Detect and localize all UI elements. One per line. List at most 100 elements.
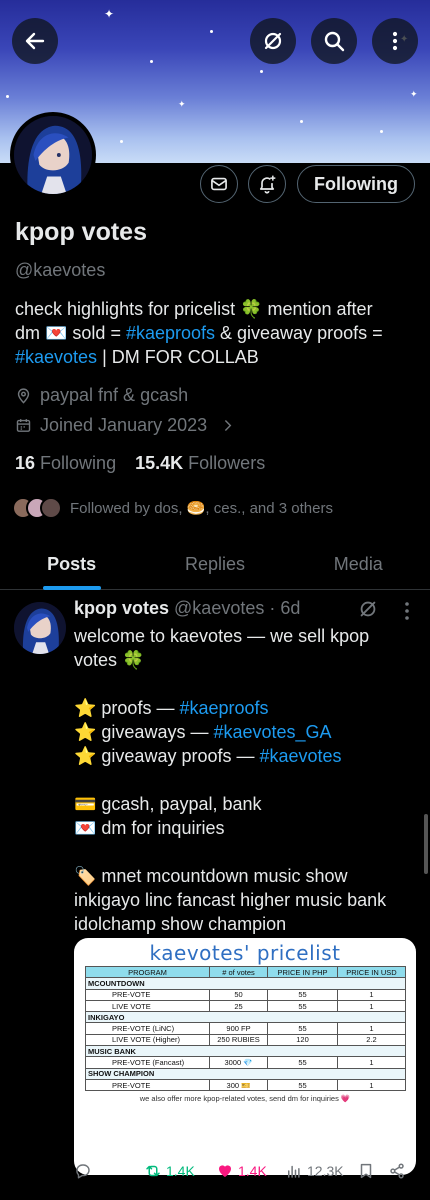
post-more-icon[interactable] bbox=[400, 600, 414, 622]
followers-count: 15.4K bbox=[135, 453, 184, 473]
hashtag-link[interactable]: #kaeproofs bbox=[179, 698, 268, 718]
followers-count-link[interactable]: 15.4K Followers bbox=[135, 453, 265, 473]
program-section: MUSIC BANK bbox=[85, 1045, 406, 1058]
post-line: ⭐ giveaways — bbox=[74, 722, 214, 742]
chevron-right-icon bbox=[224, 420, 232, 431]
table-cell: PRE-VOTE bbox=[85, 1078, 210, 1092]
reply-icon bbox=[76, 1164, 90, 1179]
grok-icon[interactable] bbox=[357, 598, 379, 620]
views-count: 12.3K bbox=[307, 1163, 344, 1179]
table-cell: 2.2 bbox=[337, 1033, 406, 1047]
table-cell: LIVE VOTE (Higher) bbox=[85, 1033, 210, 1047]
post-line: 💌 dm for inquiries bbox=[74, 818, 225, 838]
follow-counts: 16 Following 15.4K Followers bbox=[15, 453, 265, 474]
bio-text: check highlights for pricelist 🍀 mention… bbox=[15, 299, 373, 319]
post-time: · 6d bbox=[269, 598, 301, 618]
hashtag-link[interactable]: #kaeproofs bbox=[126, 323, 215, 343]
bio-text: & giveaway proofs = bbox=[215, 323, 383, 343]
post-line: 🏷️ mnet mcountdown music show bbox=[74, 866, 348, 886]
bookmark-button[interactable] bbox=[357, 1156, 375, 1186]
post-line: votes 🍀 bbox=[74, 650, 145, 670]
bio-text: | DM FOR COLLAB bbox=[97, 347, 259, 367]
profile-joined[interactable]: Joined January 2023 bbox=[15, 415, 236, 436]
repost-button[interactable]: 1.4K bbox=[144, 1156, 195, 1186]
table-cell: 120 bbox=[267, 1033, 338, 1047]
calendar-icon bbox=[16, 419, 31, 432]
grok-button[interactable] bbox=[250, 18, 296, 64]
table-cell: 55 bbox=[267, 1056, 338, 1069]
table-cell: 1 bbox=[337, 999, 406, 1013]
like-count: 1.4K bbox=[238, 1163, 267, 1179]
bell-plus-icon bbox=[259, 175, 276, 194]
following-label: Following bbox=[40, 453, 117, 473]
followed-by[interactable]: Followed by dos, 🥯, ces., and 3 others bbox=[12, 497, 333, 519]
post-text: welcome to kaevotes — we sell kpop votes… bbox=[74, 624, 419, 936]
hashtag-link[interactable]: #kaevotes bbox=[15, 347, 97, 367]
following-button[interactable]: Following bbox=[297, 165, 415, 203]
column-header: PRICE IN PHP bbox=[267, 965, 338, 979]
program-section: MCOUNTDOWN bbox=[85, 977, 406, 990]
back-button[interactable] bbox=[12, 18, 58, 64]
avatar-image bbox=[14, 116, 92, 194]
post-line: 💳 gcash, paypal, bank bbox=[74, 794, 262, 814]
program-section: INKIGAYO bbox=[85, 1011, 406, 1024]
location-pin-icon bbox=[17, 388, 30, 404]
repost-count: 1.4K bbox=[166, 1163, 195, 1179]
table-row: PRE-VOTE 50 55 1 bbox=[85, 988, 406, 1001]
bookmark-icon bbox=[360, 1163, 372, 1179]
share-button[interactable] bbox=[388, 1156, 406, 1186]
hashtag-link[interactable]: #kaevotes bbox=[259, 746, 341, 766]
post-author-avatar[interactable] bbox=[14, 602, 66, 654]
avatar-image bbox=[14, 602, 66, 654]
reply-button[interactable] bbox=[74, 1156, 92, 1186]
follower-avatar bbox=[40, 497, 62, 519]
tab-replies[interactable]: Replies bbox=[143, 540, 286, 589]
tab-media[interactable]: Media bbox=[287, 540, 430, 589]
profile-tabs: Posts Replies Media bbox=[0, 540, 430, 590]
profile-bio: check highlights for pricelist 🍀 mention… bbox=[15, 297, 415, 369]
like-button[interactable]: 1.4K bbox=[216, 1156, 267, 1186]
profile-handle: @kaevotes bbox=[15, 260, 106, 280]
table-cell: 55 bbox=[267, 1022, 338, 1035]
table-cell: 1 bbox=[337, 988, 406, 1001]
follower-avatars bbox=[12, 497, 62, 519]
post-author-name[interactable]: kpop votes bbox=[74, 598, 169, 619]
post-author-handle[interactable]: @kaevotes bbox=[174, 598, 264, 619]
table-cell: 1 bbox=[337, 1022, 406, 1035]
more-options-button[interactable] bbox=[372, 18, 418, 64]
table-cell: PRE-VOTE bbox=[85, 988, 210, 1001]
program-section: SHOW CHAMPION bbox=[85, 1067, 406, 1080]
more-vertical-icon bbox=[392, 31, 398, 51]
table-cell: 1 bbox=[337, 1078, 406, 1092]
mail-icon bbox=[211, 177, 227, 191]
grok-icon bbox=[264, 32, 282, 50]
table-cell: PRE-VOTE (Fancast) bbox=[85, 1056, 210, 1069]
post-line: welcome to kaevotes — we sell kpop bbox=[74, 626, 370, 646]
tab-posts[interactable]: Posts bbox=[0, 540, 143, 589]
column-header: PROGRAM bbox=[85, 965, 210, 979]
post-line: ⭐ giveaway proofs — bbox=[74, 746, 260, 766]
table-cell: 900 FP bbox=[209, 1022, 268, 1035]
table-row: PRE-VOTE (Fancast) 3000 💎 55 1 bbox=[85, 1056, 406, 1069]
notifications-button[interactable] bbox=[248, 165, 286, 203]
column-header: PRICE IN USD bbox=[337, 965, 406, 979]
post-line: idolchamp show champion bbox=[74, 914, 287, 934]
analytics-icon bbox=[288, 1165, 300, 1178]
column-header: # of votes bbox=[209, 965, 268, 979]
table-cell: 50 bbox=[209, 988, 268, 1001]
scrollbar[interactable] bbox=[424, 814, 428, 874]
message-button[interactable] bbox=[200, 165, 238, 203]
views-button[interactable]: 12.3K bbox=[285, 1156, 344, 1186]
profile-avatar[interactable] bbox=[10, 112, 96, 198]
hashtag-link[interactable]: #kaevotes_GA bbox=[213, 722, 331, 742]
repost-icon bbox=[146, 1165, 160, 1177]
profile-location: paypal fnf & gcash bbox=[15, 385, 188, 406]
post-image-pricelist[interactable]: kaevotes' pricelist PROGRAM # of votes P… bbox=[74, 938, 416, 1175]
pricelist-note: we also offer more kpop-related votes, s… bbox=[139, 1094, 351, 1104]
post-header: kpop votes @kaevotes · 6d bbox=[74, 598, 300, 619]
search-button[interactable] bbox=[311, 18, 357, 64]
post-actions: 1.4K 1.4K 12.3K bbox=[0, 1156, 430, 1186]
following-count-link[interactable]: 16 Following bbox=[15, 453, 116, 473]
share-icon bbox=[390, 1163, 404, 1179]
followed-by-text: Followed by dos, 🥯, ces., and 3 others bbox=[70, 500, 333, 517]
